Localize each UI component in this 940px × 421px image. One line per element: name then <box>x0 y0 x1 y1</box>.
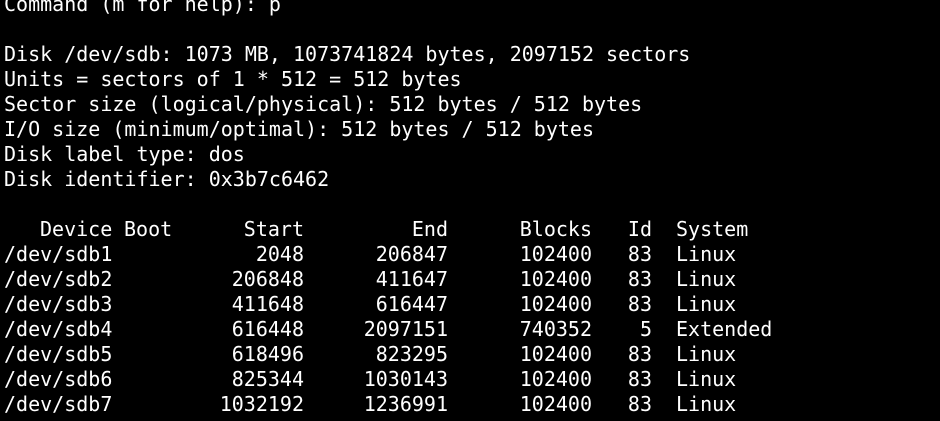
sector-size-line: Sector size (logical/physical): 512 byte… <box>4 92 643 116</box>
row-device: /dev/sdb4 <box>4 317 113 341</box>
row-system: Linux <box>676 392 737 416</box>
row-end: 616447 <box>375 292 448 316</box>
table-row: /dev/sdb2 206848 411647 102400 83 Linux <box>4 267 940 292</box>
header-id: Id <box>627 217 652 241</box>
row-system: Linux <box>676 342 737 366</box>
row-system: Linux <box>676 267 737 291</box>
header-end: End <box>411 217 448 241</box>
table-row: /dev/sdb7 1032192 1236991 102400 83 Linu… <box>4 392 940 417</box>
row-blocks: 102400 <box>519 392 592 416</box>
row-blocks: 102400 <box>519 242 592 266</box>
row-end: 823295 <box>375 342 448 366</box>
row-device: /dev/sdb6 <box>4 367 113 391</box>
row-end: 1236991 <box>363 392 448 416</box>
row-blocks: 102400 <box>519 267 592 291</box>
row-end: 1030143 <box>363 367 448 391</box>
row-id: 83 <box>627 267 652 291</box>
row-id: 83 <box>627 292 652 316</box>
row-device: /dev/sdb5 <box>4 342 113 366</box>
row-start: 618496 <box>231 342 304 366</box>
disk-identifier-line: Disk identifier: 0x3b7c6462 <box>4 167 330 191</box>
row-end: 411647 <box>375 267 448 291</box>
row-start: 411648 <box>231 292 304 316</box>
row-system: Linux <box>676 242 737 266</box>
partition-table-header: Device Boot Start End Blocks Id System <box>4 217 940 242</box>
row-start: 1032192 <box>219 392 304 416</box>
header-boot: Boot <box>124 217 173 241</box>
table-row: /dev/sdb5 618496 823295 102400 83 Linux <box>4 342 940 367</box>
row-device: /dev/sdb3 <box>4 292 113 316</box>
terminal-window[interactable]: Command (m for help): p Disk /dev/sdb: 1… <box>0 0 940 416</box>
row-blocks: 102400 <box>519 367 592 391</box>
table-row: /dev/sdb3 411648 616447 102400 83 Linux <box>4 292 940 317</box>
row-system: Extended <box>676 317 773 341</box>
header-start: Start <box>243 217 304 241</box>
header-device: Device <box>40 217 113 241</box>
row-end: 2097151 <box>363 317 448 341</box>
row-system: Linux <box>676 367 737 391</box>
row-id: 5 <box>639 317 652 341</box>
table-row: /dev/sdb1 2048 206847 102400 83 Linux <box>4 242 940 267</box>
row-start: 206848 <box>231 267 304 291</box>
row-blocks: 102400 <box>519 342 592 366</box>
row-device: /dev/sdb1 <box>4 242 113 266</box>
disk-info-line: Disk /dev/sdb: 1073 MB, 1073741824 bytes… <box>4 42 691 66</box>
row-start: 825344 <box>231 367 304 391</box>
table-row: /dev/sdb4 616448 2097151 740352 5 Extend… <box>4 317 940 342</box>
io-size-line: I/O size (minimum/optimal): 512 bytes / … <box>4 117 595 141</box>
table-row: /dev/sdb6 825344 1030143 102400 83 Linux <box>4 367 940 392</box>
command-prompt-line: Command (m for help): p <box>4 0 281 16</box>
row-system: Linux <box>676 292 737 316</box>
units-line: Units = sectors of 1 * 512 = 512 bytes <box>4 67 462 91</box>
disk-label-line: Disk label type: dos <box>4 142 245 166</box>
row-blocks: 102400 <box>519 292 592 316</box>
row-id: 83 <box>627 342 652 366</box>
row-device: /dev/sdb2 <box>4 267 113 291</box>
row-id: 83 <box>627 367 652 391</box>
row-start: 616448 <box>231 317 304 341</box>
row-id: 83 <box>627 242 652 266</box>
row-device: /dev/sdb7 <box>4 392 113 416</box>
row-id: 83 <box>627 392 652 416</box>
row-end: 206847 <box>375 242 448 266</box>
header-system: System <box>676 217 749 241</box>
row-blocks: 740352 <box>519 317 592 341</box>
header-blocks: Blocks <box>519 217 592 241</box>
row-start: 2048 <box>255 242 304 266</box>
